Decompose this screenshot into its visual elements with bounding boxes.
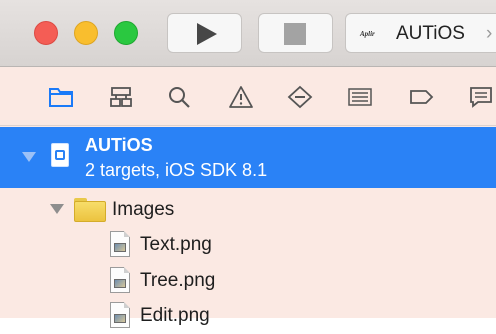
file-row[interactable]: Text.png	[0, 227, 496, 263]
project-name: AUTiOS	[85, 135, 153, 155]
app-scheme-icon: Aplir	[360, 30, 375, 38]
image-file-icon	[110, 302, 130, 328]
hierarchy-icon[interactable]	[108, 85, 134, 109]
group-row-images[interactable]: Images	[0, 193, 496, 225]
file-label: Tree.png	[140, 270, 216, 291]
navigator-selector-bar	[0, 67, 496, 126]
breakpoint-icon[interactable]	[408, 85, 434, 109]
title-bar: Aplir AUTiOS ›	[0, 0, 496, 67]
file-row[interactable]: Tree.png	[0, 263, 496, 299]
folder-icon[interactable]	[48, 85, 74, 109]
disclosure-triangle-icon[interactable]	[22, 152, 36, 162]
zoom-button[interactable]	[114, 21, 138, 45]
project-file-icon	[51, 143, 69, 167]
project-row[interactable]: AUTiOS 2 targets, iOS SDK 8.1	[0, 127, 496, 188]
warning-icon[interactable]	[228, 85, 254, 109]
stop-icon	[284, 23, 306, 45]
minimize-button[interactable]	[74, 21, 98, 45]
scheme-label: AUTiOS	[396, 23, 465, 44]
image-file-icon	[110, 231, 130, 257]
scheme-selector[interactable]: Aplir AUTiOS ›	[345, 13, 496, 53]
folder-icon	[74, 198, 106, 222]
debug-list-icon[interactable]	[347, 85, 373, 109]
xcode-window: Aplir AUTiOS › AUTiOS 2 targets, iOS SDK…	[0, 0, 496, 328]
close-button[interactable]	[34, 21, 58, 45]
report-icon[interactable]	[468, 85, 494, 109]
file-label: Edit.png	[140, 305, 210, 326]
image-file-icon	[110, 267, 130, 293]
test-diamond-icon[interactable]	[287, 85, 313, 109]
play-icon	[197, 23, 217, 45]
file-row[interactable]: Edit.png	[0, 298, 496, 334]
run-button[interactable]	[167, 13, 242, 53]
chevron-right-icon: ›	[486, 23, 493, 44]
project-subtitle: 2 targets, iOS SDK 8.1	[85, 160, 268, 180]
stop-button[interactable]	[258, 13, 333, 53]
group-label: Images	[112, 199, 175, 220]
search-icon[interactable]	[167, 85, 193, 109]
disclosure-triangle-icon[interactable]	[50, 204, 64, 214]
file-label: Text.png	[140, 234, 212, 255]
